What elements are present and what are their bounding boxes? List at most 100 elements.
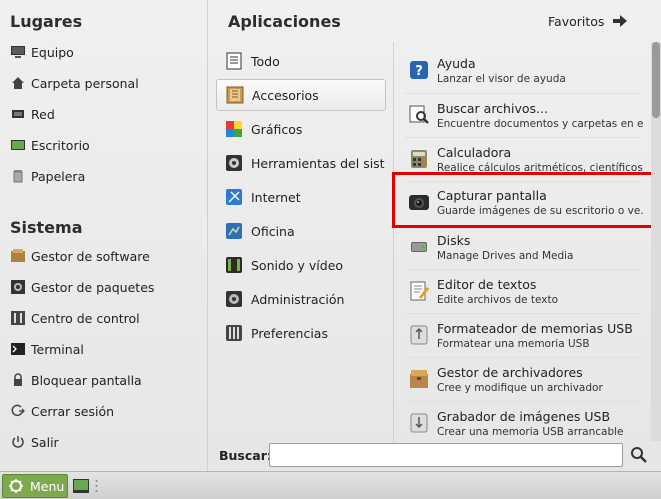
menu-label: Menu [30, 478, 65, 494]
system-package-manager[interactable]: Gestor de paquetes [10, 276, 200, 298]
app-name: Buscar archivos... [437, 100, 548, 116]
menu-window: Lugares Equipo Carpeta personal Red Escr… [0, 0, 661, 471]
category-administration[interactable]: Administración [216, 283, 386, 315]
svg-text:?: ? [415, 64, 423, 79]
system-logout[interactable]: Cerrar sesión [10, 400, 200, 422]
usb-formatter-icon [408, 324, 430, 346]
system-terminal[interactable]: Terminal [10, 338, 200, 360]
app-name: Calculadora [437, 144, 512, 160]
app-name: Gestor de archivadores [437, 364, 583, 380]
category-system-tools[interactable]: Herramientas del sist... [216, 147, 386, 179]
search-input[interactable] [269, 443, 623, 467]
category-preferences[interactable]: Preferencias [216, 317, 386, 349]
system-label: Centro de control [31, 310, 140, 326]
category-accessories[interactable]: Accesorios [216, 79, 386, 111]
app-disks[interactable]: Disks Manage Drives and Media [408, 225, 643, 269]
all-apps-icon [224, 51, 244, 71]
app-search-files[interactable]: Buscar archivos... Encuentre documentos … [408, 93, 643, 137]
place-label: Equipo [31, 44, 74, 60]
panel-grip-icon[interactable] [95, 479, 98, 493]
desktop-icon [10, 137, 26, 153]
search-files-icon [408, 104, 430, 126]
app-help[interactable]: ? Ayuda Lanzar el visor de ayuda [408, 48, 643, 92]
app-desc: Crear una memoria USB arrancable [437, 425, 624, 438]
category-graphics[interactable]: Gráficos [216, 113, 386, 145]
place-label: Red [31, 106, 55, 122]
place-trash[interactable]: Papelera [10, 165, 200, 187]
category-label: Internet [251, 189, 301, 205]
app-usb-formatter[interactable]: Formateador de memorias USB Formatear un… [408, 313, 643, 357]
category-label: Sonido y vídeo [251, 257, 344, 273]
app-text-editor[interactable]: Editor de textos Edite archivos de texto [408, 269, 643, 313]
lock-icon [10, 372, 26, 388]
app-desc: Lanzar el visor de ayuda [437, 72, 566, 85]
category-all[interactable]: Todo [216, 45, 386, 77]
computer-icon [10, 44, 26, 60]
apps-scrollbar[interactable] [651, 42, 661, 441]
category-label: Oficina [251, 223, 295, 239]
menu-button[interactable]: Menu [2, 474, 68, 498]
favorites-label: Favoritos [548, 13, 605, 29]
applications-title: Aplicaciones [228, 12, 341, 31]
logout-icon [10, 403, 26, 419]
help-icon: ? [408, 59, 430, 81]
system-label: Gestor de software [31, 248, 150, 264]
app-desc: Formatear una memoria USB [437, 337, 590, 350]
app-desc: Cree y modifique un archivador [437, 381, 603, 394]
app-name: Ayuda [437, 55, 476, 71]
category-divider [393, 42, 394, 442]
system-label: Gestor de paquetes [31, 279, 155, 295]
system-label: Bloquear pantalla [31, 372, 142, 388]
search-icon[interactable] [630, 446, 648, 464]
app-name: Formateador de memorias USB [437, 320, 633, 336]
favorites-button[interactable]: Favoritos [548, 12, 628, 30]
archive-manager-icon [408, 368, 430, 390]
app-name: Editor de textos [437, 276, 537, 292]
system-title: Sistema [10, 218, 83, 237]
home-icon [10, 75, 26, 91]
place-network[interactable]: Red [10, 103, 200, 125]
place-desktop[interactable]: Escritorio [10, 134, 200, 156]
place-label: Papelera [31, 168, 86, 184]
app-desc: Edite archivos de texto [437, 293, 559, 306]
app-usb-writer[interactable]: Grabador de imágenes USB Crear una memor… [408, 401, 643, 445]
category-label: Herramientas del sist... [251, 155, 386, 171]
system-quit[interactable]: Salir [10, 431, 200, 453]
left-pane: Lugares Equipo Carpeta personal Red Escr… [0, 0, 207, 471]
category-label: Accesorios [252, 87, 319, 103]
office-icon [224, 221, 244, 241]
scrollbar-thumb[interactable] [652, 42, 660, 118]
system-control-center[interactable]: Centro de control [10, 307, 200, 329]
system-label: Cerrar sesión [31, 403, 115, 419]
control-center-icon [10, 310, 26, 326]
category-label: Preferencias [251, 325, 328, 341]
network-icon [10, 106, 26, 122]
internet-icon [224, 187, 244, 207]
category-internet[interactable]: Internet [216, 181, 386, 213]
accessories-icon [225, 85, 245, 105]
graphics-icon [224, 119, 244, 139]
arrow-right-icon [612, 14, 628, 28]
administration-icon [224, 289, 244, 309]
highlight-box [392, 172, 656, 228]
panel-desktop-icon[interactable] [72, 477, 90, 495]
place-home[interactable]: Carpeta personal [10, 72, 200, 94]
system-software-manager[interactable]: Gestor de software [10, 245, 200, 267]
place-label: Carpeta personal [31, 75, 139, 91]
app-name: Grabador de imágenes USB [437, 408, 611, 424]
terminal-icon [10, 341, 26, 357]
system-label: Terminal [31, 341, 84, 357]
text-editor-icon [408, 280, 430, 302]
system-label: Salir [31, 434, 59, 450]
place-label: Escritorio [31, 137, 90, 153]
trash-icon [10, 168, 26, 184]
place-computer[interactable]: Equipo [10, 41, 200, 63]
category-office[interactable]: Oficina [216, 215, 386, 247]
category-label: Gráficos [251, 121, 303, 137]
app-archive-manager[interactable]: Gestor de archivadores Cree y modifique … [408, 357, 643, 401]
category-sound-video[interactable]: Sonido y vídeo [216, 249, 386, 281]
calculator-icon [408, 148, 430, 170]
app-desc: Manage Drives and Media [437, 249, 574, 262]
system-lock-screen[interactable]: Bloquear pantalla [10, 369, 200, 391]
system-tools-icon [224, 153, 244, 173]
